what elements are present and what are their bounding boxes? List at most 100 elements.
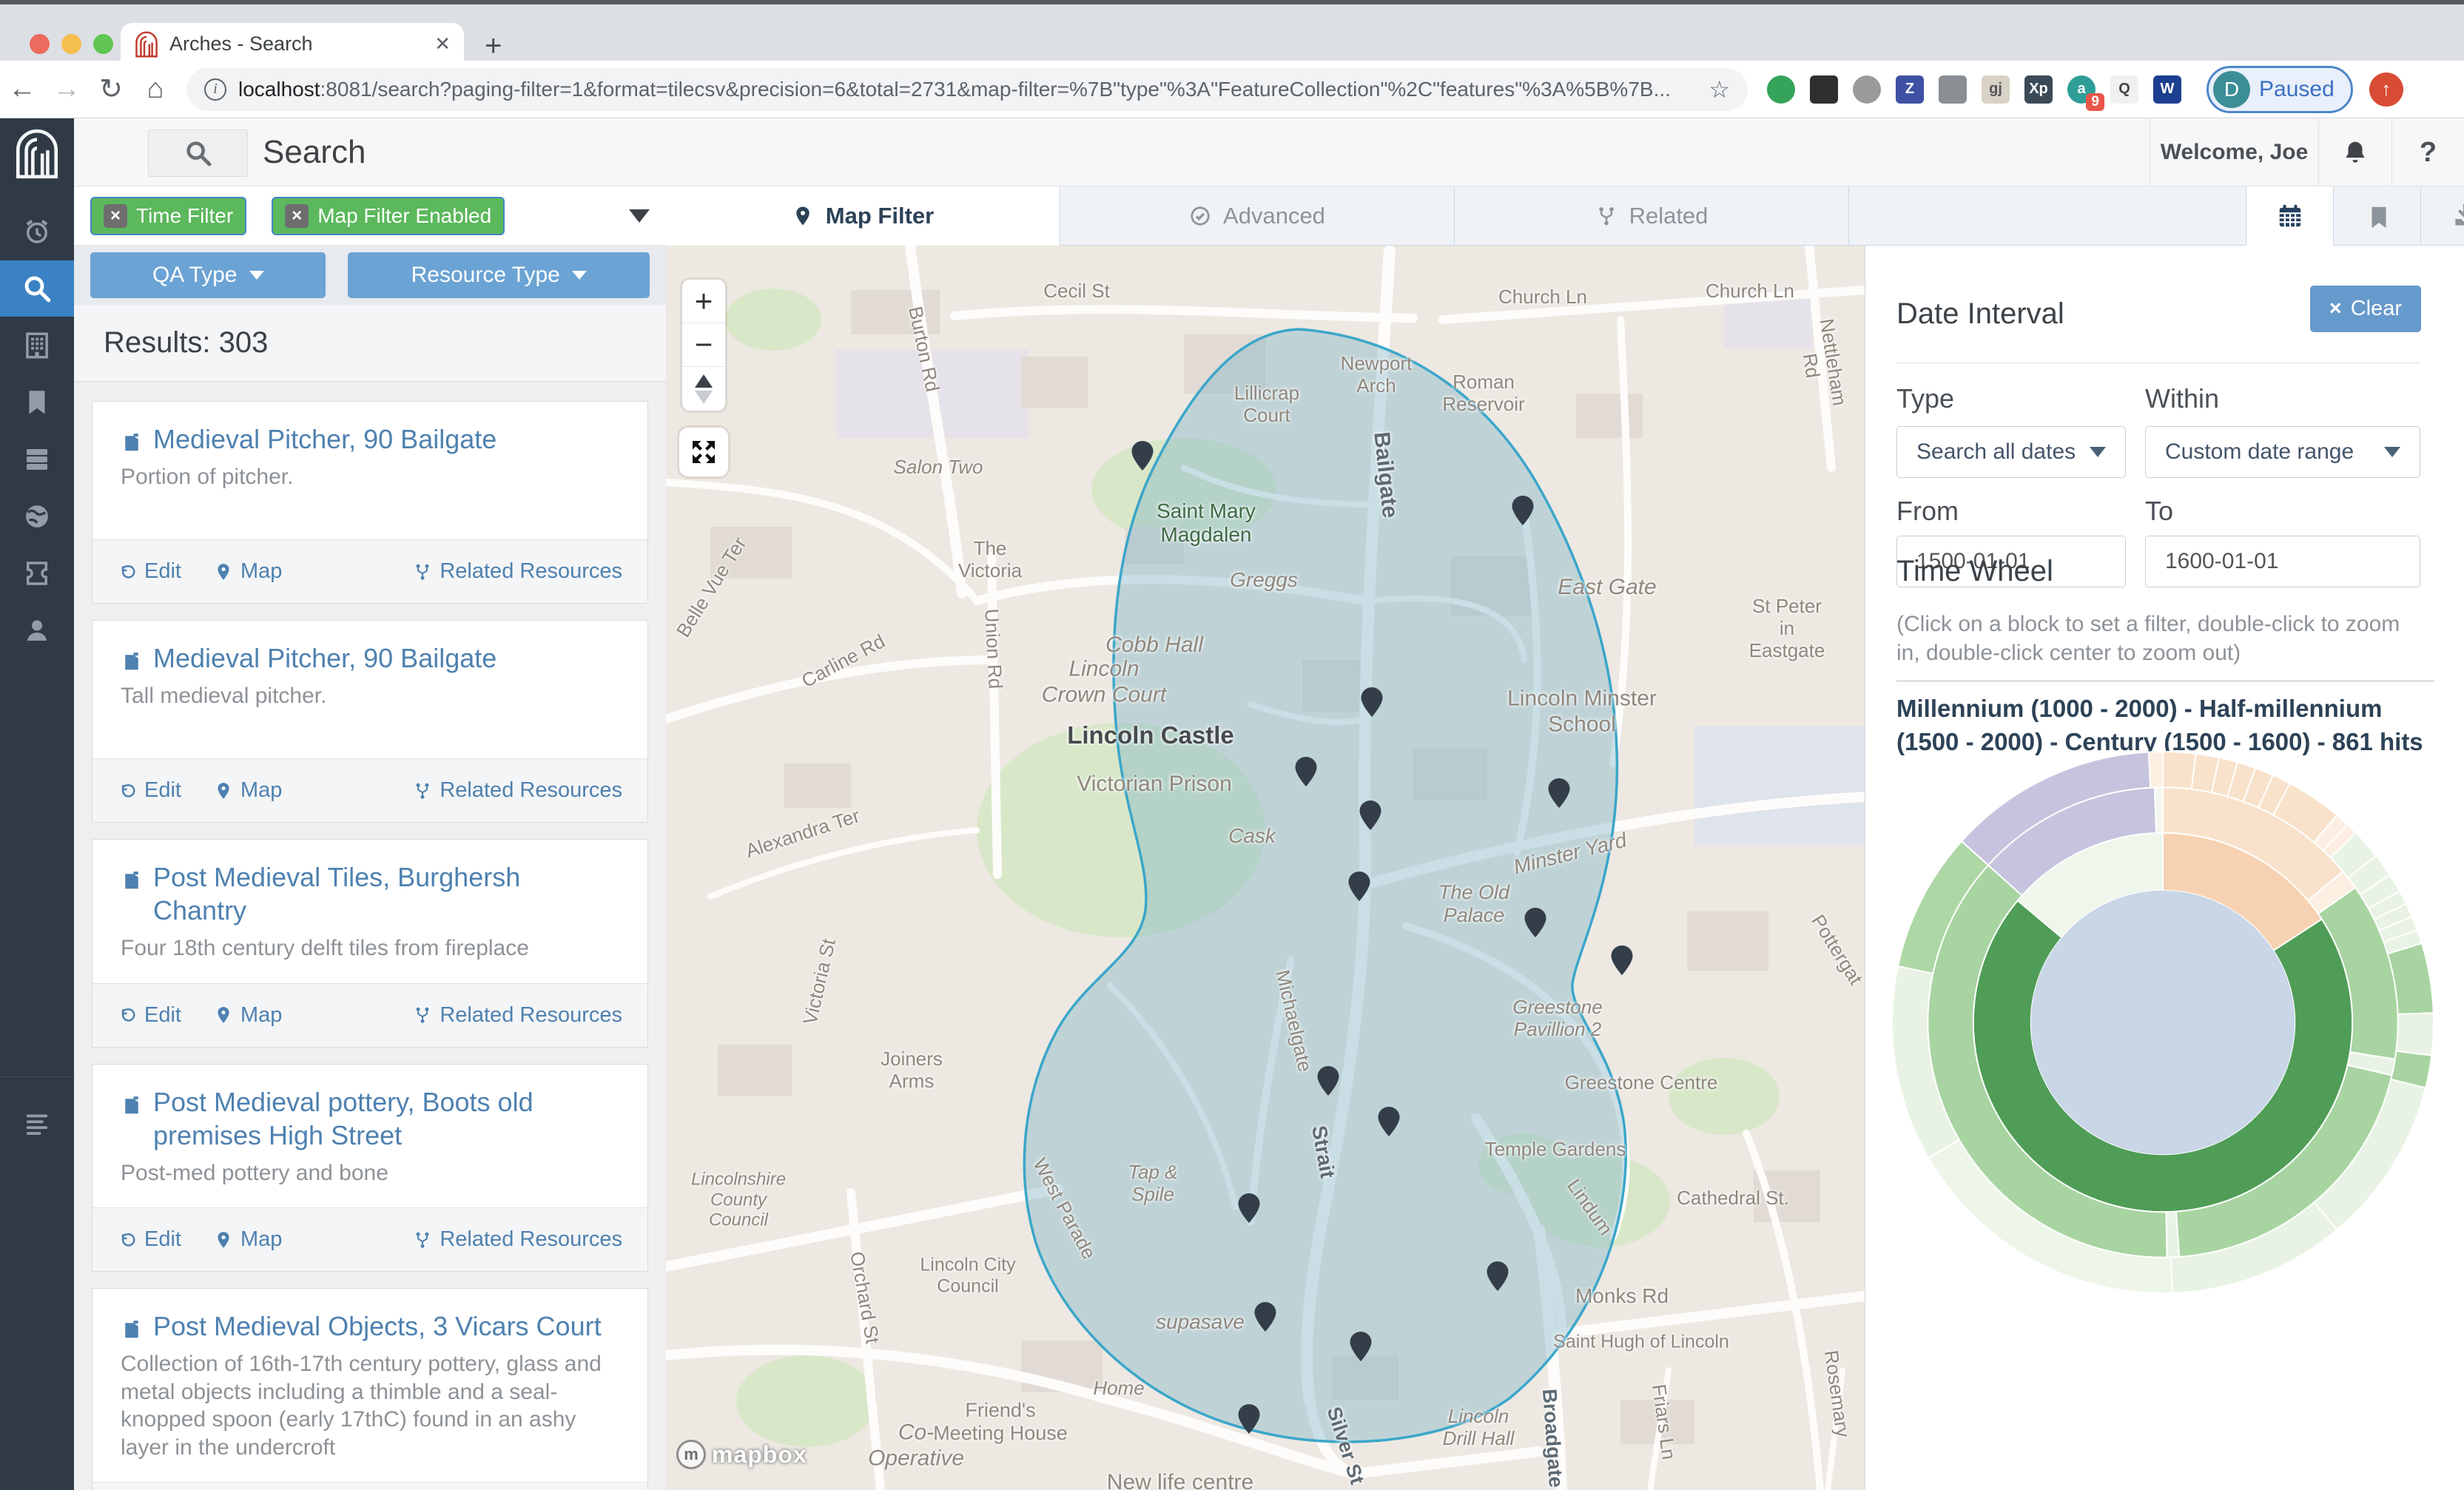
- tab-advanced[interactable]: Advanced: [1060, 186, 1455, 246]
- sidebar-item-ticket[interactable]: [0, 545, 74, 601]
- new-tab-button[interactable]: +: [485, 30, 502, 63]
- globe-ext-extension-icon[interactable]: W: [2153, 75, 2181, 104]
- avatar: D: [2213, 71, 2250, 108]
- window-close-button[interactable]: [30, 34, 50, 54]
- map-filter-tag[interactable]: × Map Filter Enabled: [272, 197, 505, 235]
- forward-button[interactable]: →: [44, 73, 89, 105]
- pin-icon: [214, 1230, 233, 1250]
- map-link[interactable]: Map: [214, 1003, 282, 1028]
- sidebar-item-server[interactable]: [0, 431, 74, 488]
- undo-icon: [118, 1005, 137, 1025]
- clear-button[interactable]: × Clear: [2310, 286, 2421, 332]
- back-button[interactable]: ←: [0, 73, 44, 105]
- map-place-label: The Old Palace: [1438, 881, 1509, 927]
- filters-dropdown-caret-icon[interactable]: [629, 209, 650, 223]
- bookmark-star-icon[interactable]: ☆: [1709, 75, 1730, 104]
- type-select[interactable]: Search all dates: [1896, 426, 2126, 478]
- to-date-input[interactable]: [2145, 536, 2420, 587]
- window-minimize-button[interactable]: [61, 34, 81, 54]
- sidebar-item-search[interactable]: [0, 260, 74, 317]
- map-place-label: Monks Rd: [1575, 1284, 1669, 1308]
- time-wheel-block[interactable]: [2149, 752, 2163, 788]
- qa-type-dropdown[interactable]: QA Type: [90, 252, 326, 298]
- compass-button[interactable]: [682, 367, 725, 411]
- map-link[interactable]: Map: [214, 778, 282, 803]
- search-input[interactable]: [263, 126, 2039, 179]
- related-resources-link[interactable]: Related Resources: [413, 778, 622, 803]
- tab-time-filter[interactable]: [2246, 186, 2333, 246]
- zoom-in-button[interactable]: +: [682, 280, 725, 323]
- reload-button[interactable]: ↻: [89, 73, 133, 106]
- time-wheel-chart[interactable]: [1888, 747, 2438, 1298]
- edit-link[interactable]: Edit: [118, 1227, 181, 1252]
- result-card: Medieval Pitcher, 90 BailgatePortion of …: [92, 401, 648, 604]
- welcome-user[interactable]: Welcome, Joe: [2150, 118, 2318, 186]
- circle-ext-extension-icon[interactable]: [1853, 75, 1881, 104]
- time-wheel-center[interactable]: [2031, 891, 2295, 1154]
- fit-extent-button[interactable]: [679, 428, 728, 476]
- tab-map-filter[interactable]: Map Filter: [666, 186, 1060, 246]
- site-info-icon[interactable]: i: [204, 78, 226, 101]
- evernote-extension-icon[interactable]: [1767, 75, 1795, 104]
- resource-type-dropdown[interactable]: Resource Type: [348, 252, 650, 298]
- window-zoom-button[interactable]: [93, 34, 113, 54]
- time-wheel-block[interactable]: [2396, 1013, 2434, 1055]
- tab-export[interactable]: [2420, 186, 2464, 246]
- tab-related[interactable]: Related: [1455, 186, 1849, 246]
- sidebar-item-building[interactable]: [0, 317, 74, 374]
- address-bar[interactable]: i localhost:8081/search?paging-filter=1&…: [186, 68, 1748, 111]
- tab-saved-searches[interactable]: [2333, 186, 2420, 246]
- easel-extension-icon[interactable]: [1810, 75, 1838, 104]
- help-button[interactable]: ?: [2391, 118, 2464, 186]
- sidebar-item-bookmark[interactable]: [0, 374, 74, 431]
- download-icon: [2451, 202, 2464, 230]
- tab-close-icon[interactable]: ✕: [434, 33, 451, 55]
- axe-extension-icon[interactable]: a9: [2067, 75, 2096, 104]
- related-resources-link[interactable]: Related Resources: [413, 1003, 622, 1028]
- map-place-label: Saint Hugh of Lincoln: [1553, 1332, 1729, 1353]
- sidebar-item-globe[interactable]: [0, 488, 74, 545]
- browser-toolbar: ← → ↻ ⌂ i localhost:8081/search?paging-f…: [0, 61, 2464, 118]
- time-wheel-block[interactable]: [2166, 1212, 2179, 1258]
- edit-link[interactable]: Edit: [118, 1003, 181, 1028]
- result-title-link[interactable]: Medieval Pitcher, 90 Bailgate: [121, 641, 619, 675]
- search-icon-box[interactable]: [148, 129, 248, 177]
- geojson-extension-icon[interactable]: gj: [1982, 75, 2010, 104]
- resource-type-label: Resource Type: [411, 263, 560, 288]
- result-title-link[interactable]: Post Medieval Tiles, Burghersh Chantry: [121, 860, 619, 927]
- sidebar-item-menu[interactable]: [0, 1095, 74, 1151]
- extensions-row: Zgj Xp a9 QW: [1767, 75, 2181, 104]
- related-resources-link[interactable]: Related Resources: [413, 1227, 622, 1252]
- arches-logo-icon[interactable]: [13, 127, 61, 181]
- result-title-link[interactable]: Post Medieval Objects, 3 Vicars Court: [121, 1309, 619, 1343]
- remove-time-filter-icon[interactable]: ×: [104, 204, 127, 228]
- result-title-link[interactable]: Post Medieval pottery, Boots old premise…: [121, 1085, 619, 1152]
- time-filter-tag[interactable]: × Time Filter: [90, 197, 246, 235]
- zotero-extension-icon[interactable]: Z: [1896, 75, 1924, 104]
- edit-link[interactable]: Edit: [118, 778, 181, 803]
- profile-button[interactable]: D Paused: [2207, 66, 2353, 113]
- sidebar-item-clock[interactable]: [0, 203, 74, 260]
- result-title-link[interactable]: Medieval Pitcher, 90 Bailgate: [121, 422, 619, 456]
- zoom-out-button[interactable]: −: [682, 323, 725, 367]
- time-wheel-block[interactable]: [2163, 752, 2196, 789]
- inspector-extension-icon[interactable]: Q: [2110, 75, 2138, 104]
- map-link[interactable]: Map: [214, 1227, 282, 1252]
- time-wheel-block[interactable]: [2155, 787, 2163, 833]
- edit-link[interactable]: Edit: [118, 559, 181, 584]
- home-button[interactable]: ⌂: [133, 73, 178, 105]
- fork-icon: [1595, 205, 1618, 227]
- map-link[interactable]: Map: [214, 559, 282, 584]
- map-canvas[interactable]: Cecil StChurch LnChurch LnBurton RdNettl…: [666, 246, 1865, 1490]
- mapbox-attribution[interactable]: m mapbox: [676, 1440, 807, 1469]
- notifications-button[interactable]: [2318, 118, 2391, 186]
- grid-ext-extension-icon[interactable]: [1939, 75, 1967, 104]
- remove-map-filter-icon[interactable]: ×: [285, 204, 309, 228]
- related-resources-link[interactable]: Related Resources: [413, 559, 622, 584]
- browser-tab[interactable]: Arches - Search ✕: [121, 23, 464, 65]
- sidebar-item-user[interactable]: [0, 602, 74, 658]
- xpath-extension-icon[interactable]: Xp: [2024, 75, 2053, 104]
- globe-icon: [21, 501, 53, 532]
- within-select[interactable]: Custom date range: [2145, 426, 2420, 478]
- browser-update-button[interactable]: ↑: [2369, 73, 2403, 107]
